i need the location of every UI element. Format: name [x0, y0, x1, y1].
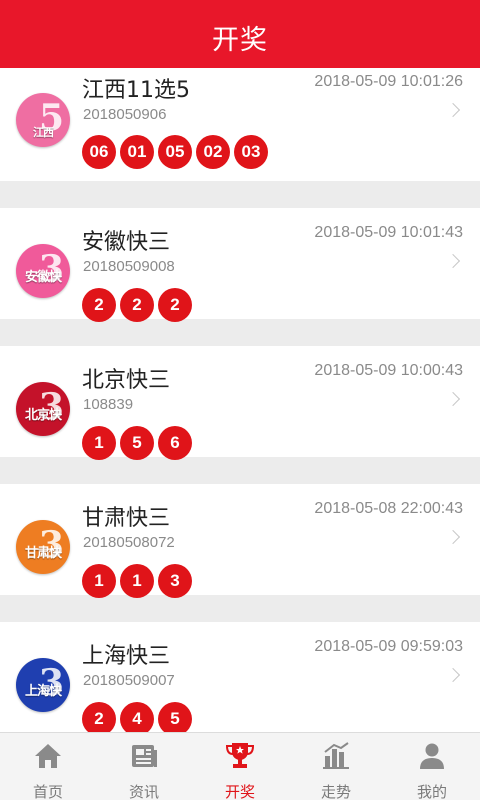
tab-news[interactable]: 资讯	[96, 733, 192, 800]
lottery-name: 安徽快三	[82, 230, 171, 255]
number-ball: 03	[234, 135, 268, 169]
lottery-item-jiangxi-11x5[interactable]: 5 江西 江西11选5 2018-05-09 10:01:26 20180509…	[0, 68, 480, 181]
issue-number: 2018050906	[83, 106, 167, 123]
tab-label: 走势	[320, 783, 351, 800]
lottery-logo: 3 北京快	[16, 382, 70, 436]
chevron-right-icon	[445, 102, 461, 118]
issue-number: 108839	[83, 396, 134, 413]
app-header: 开奖	[0, 0, 480, 75]
lottery-name: 北京快三	[82, 368, 171, 393]
tab-label: 开奖	[224, 783, 255, 800]
number-ball: 1	[82, 564, 116, 598]
winning-numbers: 1 1 3	[82, 564, 196, 598]
number-ball: 06	[82, 135, 116, 169]
lottery-name: 上海快三	[82, 644, 171, 669]
news-icon	[127, 739, 161, 778]
home-icon	[31, 739, 65, 778]
winning-numbers: 2 4 5	[82, 702, 196, 736]
page-title: 开奖	[212, 25, 268, 56]
number-ball: 2	[120, 288, 154, 322]
winning-numbers: 2 2 2	[82, 288, 196, 322]
tab-trends[interactable]: 走势	[288, 733, 384, 800]
draw-time: 2018-05-09 10:00:43	[314, 362, 463, 379]
lottery-name: 江西11选5	[82, 78, 190, 103]
logo-text: 北京快	[24, 407, 62, 423]
number-ball: 5	[120, 426, 154, 460]
lottery-logo: 5 江西	[16, 93, 70, 147]
winning-numbers: 1 5 6	[82, 426, 196, 460]
tab-label: 首页	[32, 783, 63, 800]
draw-time: 2018-05-09 09:59:03	[314, 638, 463, 655]
logo-text: 江西	[33, 126, 54, 139]
winning-numbers: 06 01 05 02 03	[82, 135, 272, 169]
number-ball: 3	[158, 564, 192, 598]
logo-text: 上海快	[24, 683, 62, 699]
logo-text: 安徽快	[24, 269, 62, 285]
lottery-item-gansu-k3[interactable]: 3 甘肃快 甘肃快三 2018-05-08 22:00:43 201805080…	[0, 484, 480, 598]
number-ball: 01	[120, 135, 154, 169]
number-ball: 4	[120, 702, 154, 736]
chevron-right-icon	[445, 253, 461, 269]
tab-lottery-results[interactable]: 开奖	[192, 733, 288, 800]
draw-time: 2018-05-08 22:00:43	[314, 500, 463, 517]
lottery-item-anhui-k3[interactable]: 3 安徽快 安徽快三 2018-05-09 10:01:43 201805090…	[0, 208, 480, 322]
chevron-right-icon	[445, 667, 461, 683]
number-ball: 2	[158, 288, 192, 322]
number-ball: 2	[82, 702, 116, 736]
issue-number: 20180509007	[83, 672, 175, 689]
number-ball: 5	[158, 702, 192, 736]
issue-number: 20180508072	[83, 534, 175, 551]
lottery-logo: 3 上海快	[16, 658, 70, 712]
tab-home[interactable]: 首页	[0, 733, 96, 800]
tab-label: 资讯	[128, 783, 159, 800]
chevron-right-icon	[445, 529, 461, 545]
tab-label: 我的	[416, 783, 447, 800]
tab-profile[interactable]: 我的	[384, 733, 480, 800]
number-ball: 2	[82, 288, 116, 322]
draw-time: 2018-05-09 10:01:26	[314, 73, 463, 90]
user-icon	[415, 739, 449, 778]
chart-icon	[319, 739, 353, 778]
lottery-logo: 3 安徽快	[16, 244, 70, 298]
issue-number: 20180509008	[83, 258, 175, 275]
number-ball: 02	[196, 135, 230, 169]
logo-text: 甘肃快	[24, 545, 62, 561]
trophy-icon	[223, 739, 257, 778]
lottery-name: 甘肃快三	[82, 506, 171, 531]
number-ball: 05	[158, 135, 192, 169]
bottom-tab-bar: 首页 资讯 开奖 走势 我的	[0, 732, 480, 800]
number-ball: 1	[120, 564, 154, 598]
lottery-logo: 3 甘肃快	[16, 520, 70, 574]
draw-time: 2018-05-09 10:01:43	[314, 224, 463, 241]
number-ball: 6	[158, 426, 192, 460]
lottery-item-beijing-k3[interactable]: 3 北京快 北京快三 2018-05-09 10:00:43 108839 1 …	[0, 346, 480, 460]
lottery-list[interactable]: 5 江西 江西11选5 2018-05-09 10:01:26 20180509…	[0, 68, 480, 789]
number-ball: 1	[82, 426, 116, 460]
chevron-right-icon	[445, 391, 461, 407]
